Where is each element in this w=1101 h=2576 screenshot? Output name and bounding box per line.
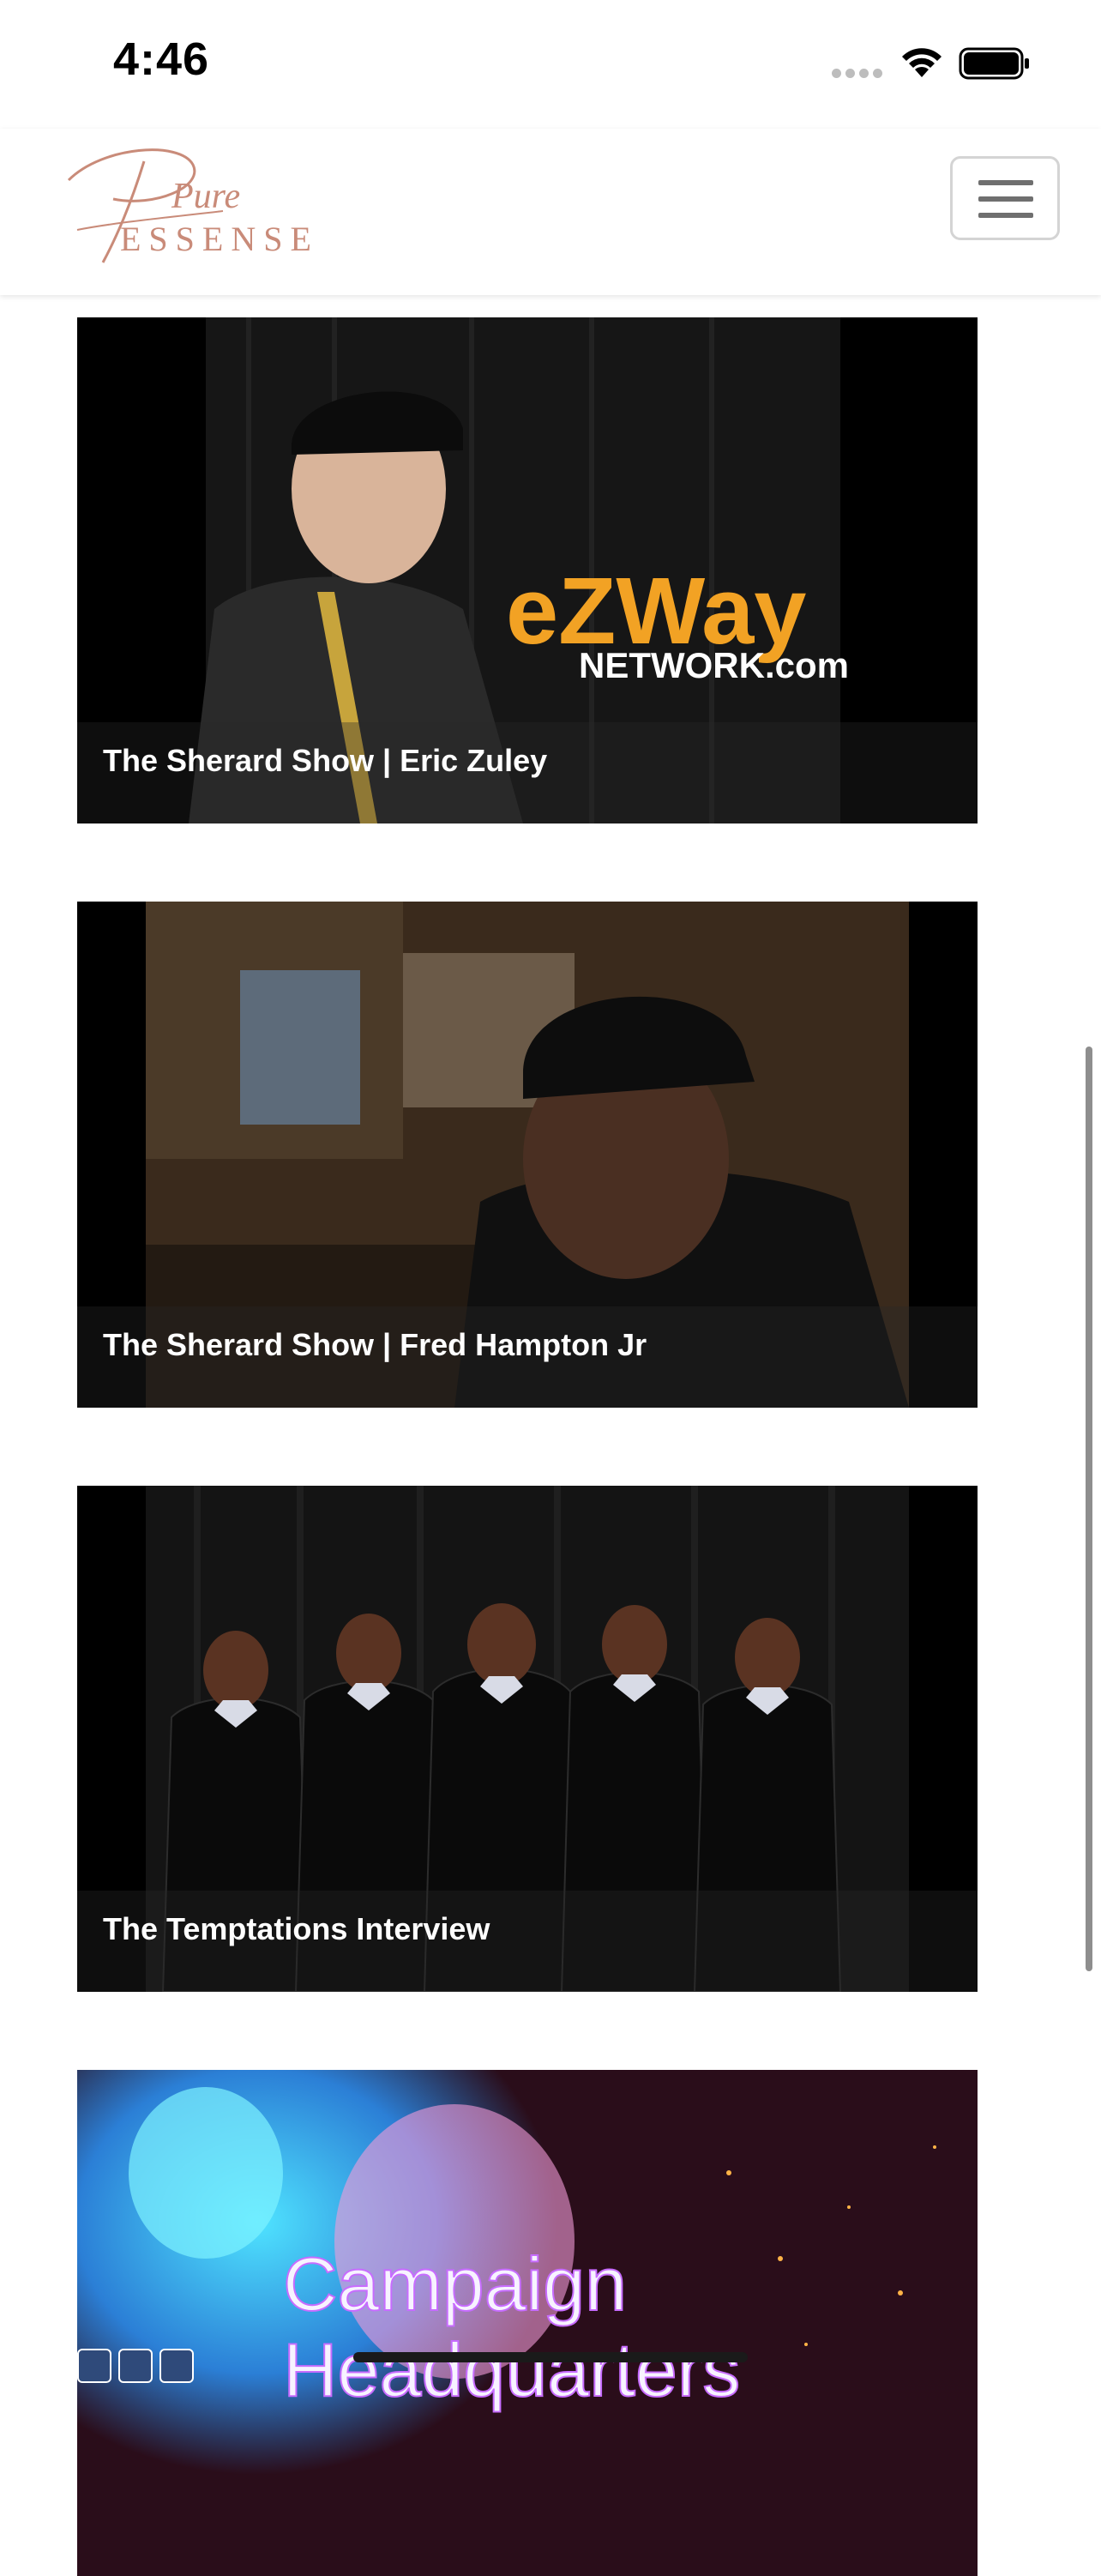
badge-icons — [77, 2349, 201, 2387]
svg-text:NETWORK.com: NETWORK.com — [579, 645, 849, 685]
badge-icon — [159, 2349, 194, 2383]
video-thumbnail: Campaign Headquarters — [77, 2070, 978, 2576]
video-card[interactable]: Campaign Headquarters — [77, 2070, 978, 2576]
badge-icon — [118, 2349, 153, 2383]
battery-icon — [959, 47, 1029, 80]
video-title: The Sherard Show | Fred Hampton Jr — [103, 1327, 647, 1362]
badge-icon — [77, 2349, 111, 2383]
status-time: 4:46 — [113, 33, 210, 85]
video-card[interactable]: The Temptations Interview — [77, 1486, 978, 1992]
svg-text:Pure: Pure — [171, 177, 240, 216]
video-title: The Sherard Show | Eric Zuley — [103, 743, 548, 778]
site-logo[interactable]: Pure ESSENSE — [43, 129, 311, 274]
wifi-icon — [902, 48, 942, 77]
video-title: The Temptations Interview — [103, 1911, 490, 1946]
logo-wordmark: ESSENSE — [120, 220, 319, 258]
home-indicator[interactable] — [353, 2352, 748, 2362]
svg-text:Headquarters: Headquarters — [283, 2327, 740, 2412]
site-header: Pure ESSENSE — [0, 129, 1101, 295]
video-card[interactable]: eZWay NETWORK.com The Sherard Show | Eri… — [77, 317, 978, 823]
video-card[interactable]: The Sherard Show | Fred Hampton Jr — [77, 902, 978, 1408]
status-bar: 4:46 — [0, 0, 1101, 129]
svg-text:Campaign: Campaign — [283, 2241, 627, 2326]
menu-button[interactable] — [950, 156, 1060, 240]
cellular-signal-icon — [832, 67, 887, 82]
scrollbar[interactable] — [1086, 1047, 1092, 1971]
